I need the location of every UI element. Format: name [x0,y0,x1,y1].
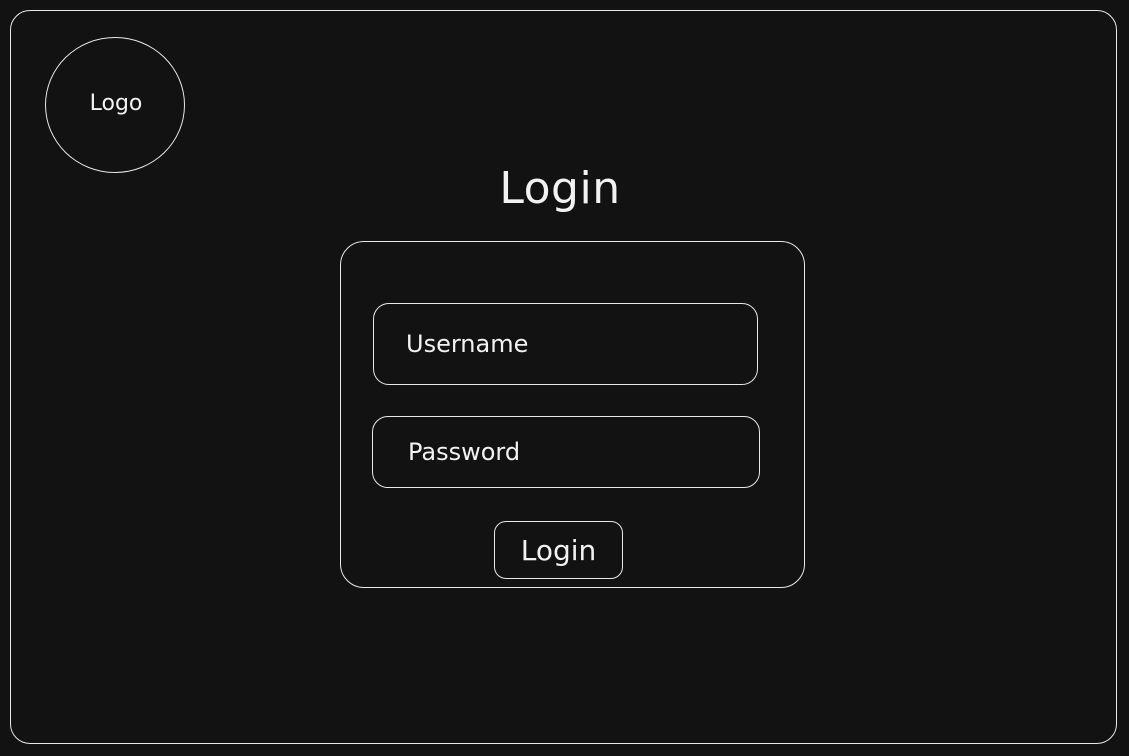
logo-label: Logo [89,90,143,116]
logo: Logo [45,37,185,173]
username-input[interactable] [373,303,758,385]
password-input[interactable] [372,416,760,488]
login-button[interactable]: Login [494,521,623,579]
page-title: Login [499,163,621,214]
